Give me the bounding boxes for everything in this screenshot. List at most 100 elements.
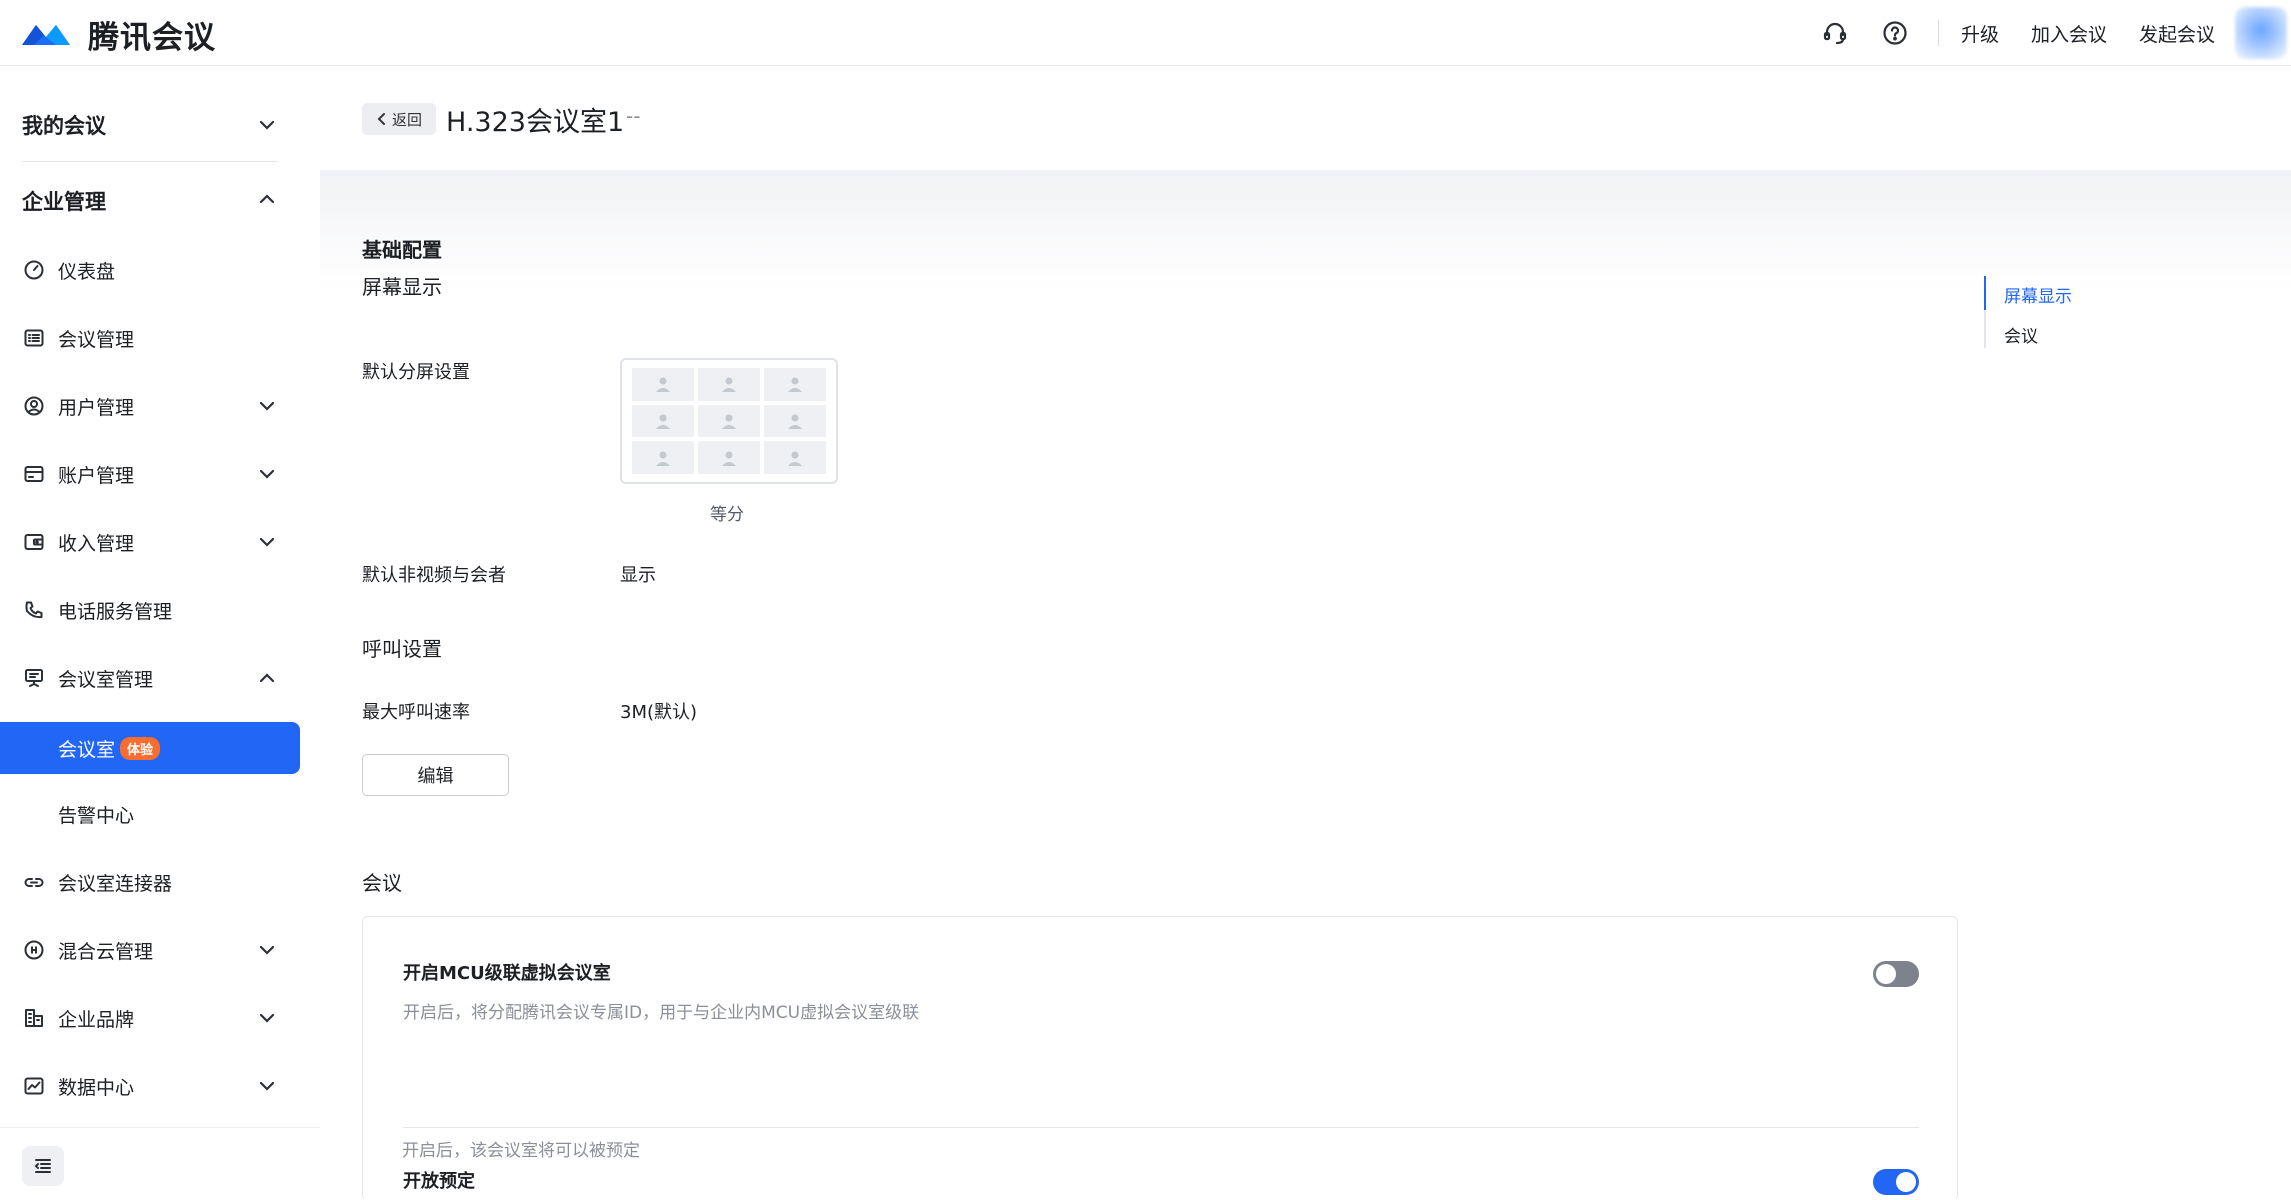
headset-support-icon[interactable] <box>1820 18 1850 48</box>
participant-cell <box>764 404 826 438</box>
sidebar-item-label: 企业品牌 <box>58 1008 135 1031</box>
chevron-down-icon <box>259 1013 275 1023</box>
sidebar-item-room-connector[interactable]: 会议室连接器 <box>0 856 300 908</box>
collapse-menu-icon <box>34 1159 51 1173</box>
content-top-shadow <box>320 170 2291 290</box>
basic-config-title: 基础配置 <box>362 238 442 262</box>
chevron-down-icon <box>259 401 275 411</box>
sidebar-item-label: 告警中心 <box>58 804 135 827</box>
max-call-rate-label: 最大呼叫速率 <box>362 702 470 723</box>
join-meeting-link[interactable]: 加入会议 <box>2031 20 2107 47</box>
app-name: 腾讯会议 <box>88 20 216 56</box>
participant-cell <box>632 368 694 401</box>
main-content: 返回 H.323会议室1 -- 基础配置 屏幕显示 默认分屏设置 等分 默认非视… <box>320 66 2291 1200</box>
sidebar: 我的会议 企业管理 仪表盘 会议管理 用户管理 账户管理 收入管理 电话服务管理… <box>0 66 320 1200</box>
chevron-down-icon <box>259 469 275 479</box>
anchor-screen-display[interactable]: 屏幕显示 <box>2004 282 2072 307</box>
anchor-meeting[interactable]: 会议 <box>2004 322 2038 347</box>
chevron-down-icon[interactable] <box>258 116 276 134</box>
trial-badge: 体验 <box>120 737 161 760</box>
back-button[interactable]: 返回 <box>362 103 436 135</box>
screen-display-subtitle: 屏幕显示 <box>362 275 442 299</box>
start-meeting-link[interactable]: 发起会议 <box>2139 20 2215 47</box>
link-icon <box>22 870 46 894</box>
sidebar-item-dashboard[interactable]: 仪表盘 <box>0 244 300 296</box>
toggle-knob <box>1896 1172 1916 1192</box>
app-logo[interactable]: 腾讯会议 <box>20 12 216 57</box>
chart-line-icon <box>22 1074 46 1098</box>
top-bar: 腾讯会议 升级 加入会议 发起会议 <box>0 0 2291 66</box>
booking-setting-description: 开启后，该会议室将可以被预定 <box>402 1141 640 1161</box>
participant-cell <box>632 404 694 438</box>
mcu-setting-title: 开启MCU级联虚拟会议室 <box>403 963 611 984</box>
default-split-label: 默认分屏设置 <box>362 362 470 383</box>
sidebar-item-label: 混合云管理 <box>58 940 154 963</box>
list-icon <box>22 326 46 350</box>
sidebar-item-label: 仪表盘 <box>58 260 116 283</box>
mcu-toggle[interactable] <box>1873 961 1919 987</box>
sidebar-item-label: 电话服务管理 <box>58 600 173 623</box>
sidebar-item-label: 会议室 <box>58 738 116 761</box>
sidebar-item-meeting-management[interactable]: 会议管理 <box>0 312 300 364</box>
user-circle-icon <box>22 394 46 418</box>
sidebar-footer <box>0 1127 320 1200</box>
split-layout-thumbnail <box>620 358 838 484</box>
max-call-rate-value: 3M(默认) <box>620 702 698 723</box>
wallet-icon <box>22 530 46 554</box>
participant-cell <box>698 404 760 438</box>
chevron-up-icon[interactable] <box>258 190 276 208</box>
top-separator <box>1937 20 1939 46</box>
chevron-left-icon <box>377 113 385 125</box>
sidebar-item-label: 用户管理 <box>58 396 135 419</box>
sidebar-divider <box>22 161 278 162</box>
chevron-up-icon <box>259 673 275 683</box>
participant-cell <box>698 368 760 401</box>
phone-icon <box>22 598 46 622</box>
tencent-meeting-logo-icon <box>22 24 70 45</box>
participant-cell <box>698 441 760 474</box>
booking-setting-title: 开放预定 <box>403 1171 475 1192</box>
chevron-down-icon <box>259 945 275 955</box>
call-settings-subtitle: 呼叫设置 <box>362 637 442 661</box>
user-avatar[interactable] <box>2235 7 2287 59</box>
gauge-icon <box>22 258 46 282</box>
participant-cell <box>632 441 694 474</box>
shield-icon <box>22 938 46 962</box>
card-divider <box>403 1127 1919 1128</box>
sidebar-item-phone-service[interactable]: 电话服务管理 <box>0 584 300 636</box>
meeting-section-title: 会议 <box>362 871 402 895</box>
help-icon[interactable] <box>1880 18 1910 48</box>
booking-toggle[interactable] <box>1873 1169 1919 1195</box>
edit-button[interactable]: 编辑 <box>362 754 509 796</box>
sidebar-item-room[interactable]: 会议室 体验 <box>0 722 300 774</box>
sidebar-item-enterprise-brand[interactable]: 企业品牌 <box>0 992 300 1044</box>
non-video-participants-label: 默认非视频与会者 <box>362 565 506 586</box>
presentation-icon <box>22 666 46 690</box>
collapse-sidebar-button[interactable] <box>22 1146 64 1186</box>
sidebar-item-label: 会议管理 <box>58 328 135 351</box>
building-icon <box>22 1006 46 1030</box>
card-icon <box>22 462 46 486</box>
sidebar-item-alarm-center[interactable]: 告警中心 <box>0 788 300 840</box>
sidebar-item-revenue-management[interactable]: 收入管理 <box>0 516 300 568</box>
sidebar-item-label: 会议室管理 <box>58 668 154 691</box>
sidebar-item-label: 账户管理 <box>58 464 135 487</box>
page-title-suffix: -- <box>626 104 641 128</box>
split-layout-caption: 等分 <box>710 505 744 525</box>
page-title: H.323会议室1 <box>446 107 625 138</box>
mcu-setting-description: 开启后，将分配腾讯会议专属ID，用于与企业内MCU虚拟会议室级联 <box>403 1003 920 1023</box>
chevron-down-icon <box>259 537 275 547</box>
sidebar-item-user-management[interactable]: 用户管理 <box>0 380 300 432</box>
sidebar-group-my-meetings[interactable]: 我的会议 <box>22 110 106 140</box>
upgrade-link[interactable]: 升级 <box>1961 20 1999 47</box>
sidebar-group-enterprise[interactable]: 企业管理 <box>22 186 106 216</box>
sidebar-item-account-management[interactable]: 账户管理 <box>0 448 300 500</box>
back-label: 返回 <box>391 110 422 129</box>
sidebar-item-hybrid-cloud[interactable]: 混合云管理 <box>0 924 300 976</box>
participant-cell <box>764 368 826 401</box>
toggle-knob <box>1876 964 1896 984</box>
sidebar-item-label: 会议室连接器 <box>58 872 173 895</box>
sidebar-item-data-center[interactable]: 数据中心 <box>0 1060 300 1112</box>
sidebar-item-room-management[interactable]: 会议室管理 <box>0 652 300 704</box>
participant-cell <box>764 441 826 474</box>
